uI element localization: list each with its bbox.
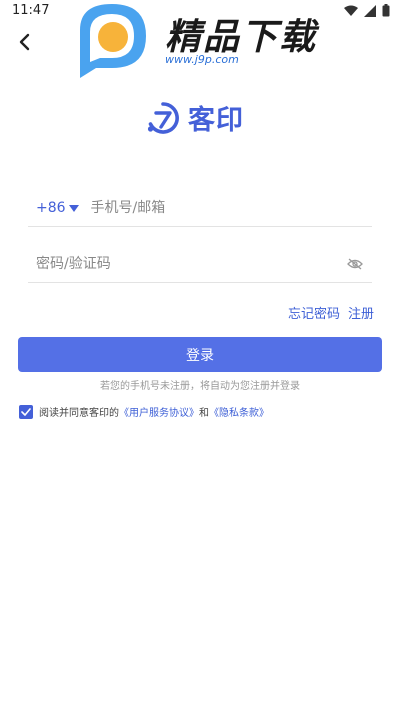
register-link[interactable]: 注册	[348, 303, 374, 322]
keyin-logo-icon	[147, 101, 179, 134]
country-code-value: +86	[36, 199, 66, 216]
auto-register-hint: 若您的手机号未注册，将自动为您注册并登录	[100, 381, 300, 392]
back-button[interactable]	[10, 28, 38, 56]
wifi-icon	[344, 5, 358, 16]
status-time: 11:47	[12, 3, 50, 18]
phone-input[interactable]	[90, 192, 372, 223]
chevron-left-icon	[19, 33, 30, 51]
check-icon	[21, 407, 31, 416]
agreement-connector: 和	[199, 408, 209, 419]
signal-icon	[364, 4, 376, 17]
country-code-select[interactable]: +86	[28, 200, 79, 216]
agreement-prefix: 阅读并同意客印的	[39, 408, 119, 419]
password-input[interactable]	[28, 248, 344, 279]
battery-icon	[382, 4, 390, 17]
auth-links: 忘记密码 注册	[288, 303, 374, 322]
privacy-policy-link[interactable]: 《隐私条款》	[209, 404, 269, 419]
forgot-password-link[interactable]: 忘记密码	[288, 303, 340, 322]
brand-name: 客印	[188, 105, 244, 136]
agreement-checkbox[interactable]	[19, 404, 33, 419]
watermark-url: www.j9p.com	[165, 53, 239, 66]
password-visibility-toggle[interactable]	[344, 253, 366, 275]
caret-down-icon	[68, 204, 79, 212]
eye-off-icon	[347, 258, 363, 269]
code-field	[28, 245, 372, 283]
phone-field: +86	[28, 189, 372, 227]
brand-logo: 客印	[146, 98, 244, 137]
watermark: 精品下载 www.j9p.com	[70, 0, 340, 82]
user-agreement-link[interactable]: 《用户服务协议》	[119, 404, 199, 419]
login-button[interactable]: 登录	[18, 337, 382, 372]
status-icons	[344, 4, 390, 17]
agreement-row: 阅读并同意客印的 《用户服务协议》 和 《隐私条款》	[19, 404, 269, 419]
watermark-logo-icon	[80, 4, 146, 78]
